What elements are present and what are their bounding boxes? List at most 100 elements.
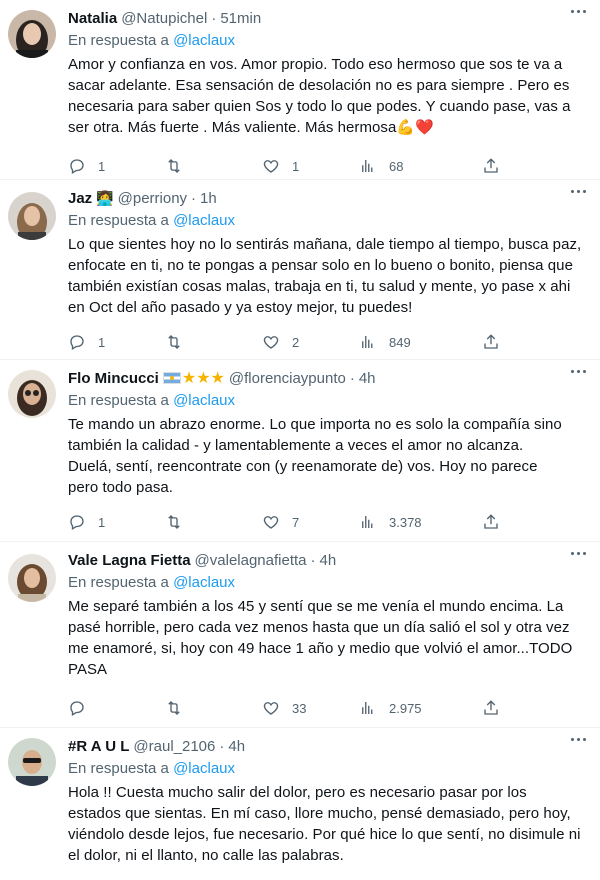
display-name[interactable]: #R A U L [68,738,129,755]
display-name[interactable]: Jaz [68,190,92,207]
reply-count: 1 [98,158,106,174]
tweet-header: Natalia @Natupichel · 51min [68,8,584,28]
separator-dot: · [219,737,225,755]
separator-dot: · [211,9,217,27]
tweet-header: Vale Lagna Fietta @valelagnafietta · 4h [68,550,584,570]
action-bar: 1 7 3.378 [68,502,584,542]
more-options-icon[interactable] [571,738,586,741]
more-options-icon[interactable] [571,10,586,13]
tweet-header: Jaz 👩‍💻 @perriony · 1h [68,188,584,208]
more-options-icon[interactable] [571,190,586,193]
reply-to-link[interactable]: @laclaux [173,32,235,49]
share-icon [484,158,498,173]
reply-button[interactable]: 1 [68,513,165,531]
retweet-button[interactable] [165,157,262,175]
timestamp[interactable]: 4h [228,738,245,755]
reply-to-link[interactable]: @laclaux [173,574,235,591]
argentina-flag-icon [162,372,181,384]
share-button[interactable] [482,699,512,717]
more-options-icon[interactable] [571,552,586,555]
share-button[interactable] [482,513,512,531]
tweet[interactable]: Natalia @Natupichel · 51min En respuesta… [0,0,600,180]
tweet-header: Flo Mincucci ★★★ @florenciaypunto · 4h [68,368,584,388]
reply-icon [70,701,84,716]
more-options-icon[interactable] [571,370,586,373]
tweet[interactable]: Jaz 👩‍💻 @perriony · 1h En respuesta a @l… [0,180,600,360]
views-button[interactable]: 3.378 [359,513,482,531]
share-button[interactable] [482,333,512,351]
reply-context: En respuesta a @laclaux [68,392,584,412]
like-button[interactable]: 7 [262,513,359,531]
share-icon [484,514,498,529]
display-name[interactable]: Flo Mincucci [68,370,159,387]
user-handle[interactable]: @raul_2106 [133,738,215,755]
action-bar: 1 2 849 [68,322,584,362]
tweet[interactable]: #R A U L @raul_2106 · 4h En respuesta a … [0,728,600,880]
retweet-button[interactable] [165,699,262,717]
user-handle[interactable]: @perriony [118,190,187,207]
separator-dot: · [349,369,355,387]
reply-context: En respuesta a @laclaux [68,760,584,780]
avatar[interactable] [8,370,56,418]
views-button[interactable]: 2.975 [359,699,482,717]
tweet[interactable]: Vale Lagna Fietta @valelagnafietta · 4h … [0,542,600,728]
reply-icon [70,515,84,530]
reply-count: 1 [98,334,106,350]
retweet-icon [168,159,180,173]
like-count: 7 [292,514,300,530]
views-chart-icon [362,160,373,172]
avatar[interactable] [8,554,56,602]
reply-to-link[interactable]: @laclaux [173,212,235,229]
avatar[interactable] [8,192,56,240]
reply-to-link[interactable]: @laclaux [173,760,235,777]
avatar[interactable] [8,10,56,58]
like-button[interactable]: 2 [262,333,359,351]
reply-to-link[interactable]: @laclaux [173,392,235,409]
share-icon [484,334,498,349]
reply-context: En respuesta a @laclaux [68,212,584,232]
avatar[interactable] [8,738,56,786]
views-button[interactable]: 68 [359,157,482,175]
timestamp[interactable]: 4h [320,552,337,569]
reply-button[interactable]: 1 [68,333,165,351]
tweet[interactable]: Flo Mincucci ★★★ @florenciaypunto · 4h E… [0,360,600,542]
separator-dot: · [191,189,197,207]
reply-feed: Natalia @Natupichel · 51min En respuesta… [0,0,600,880]
tweet-text: Lo que sientes hoy no lo sentirás mañana… [68,236,582,316]
user-handle[interactable]: @florenciaypunto [229,370,346,387]
like-count: 33 [292,700,307,716]
retweet-icon [168,515,180,529]
retweet-button[interactable] [165,333,262,351]
timestamp[interactable]: 4h [359,370,376,387]
views-count: 68 [389,158,404,174]
reply-button[interactable] [68,699,165,717]
like-count: 1 [292,158,300,174]
heart-icon [263,702,279,715]
timestamp[interactable]: 1h [200,190,217,207]
like-button[interactable]: 1 [262,157,359,175]
stars-badge: ★★★ [181,370,225,387]
user-handle[interactable]: @valelagnafietta [195,552,307,569]
reply-icon [70,159,84,174]
reply-icon [70,335,84,350]
retweet-button[interactable] [165,513,262,531]
tweet-text: Hola !! Cuesta mucho salir del dolor, pe… [68,784,581,864]
views-button[interactable]: 849 [359,333,482,351]
reply-prefix: En respuesta a [68,392,169,409]
views-count: 849 [389,334,411,350]
reply-prefix: En respuesta a [68,212,169,229]
views-chart-icon [362,336,373,348]
display-name[interactable]: Natalia [68,10,117,27]
views-count: 3.378 [389,514,422,530]
name-emoji-badge: 👩‍💻 [96,189,114,206]
tweet-header: #R A U L @raul_2106 · 4h [68,736,584,756]
like-button[interactable]: 33 [262,699,359,717]
retweet-icon [168,701,180,715]
user-handle[interactable]: @Natupichel [121,10,207,27]
reply-count: 1 [98,514,106,530]
reply-button[interactable]: 1 [68,157,165,175]
separator-dot: · [310,551,316,569]
display-name[interactable]: Vale Lagna Fietta [68,552,191,569]
timestamp[interactable]: 51min [220,10,261,27]
share-button[interactable] [482,157,512,175]
